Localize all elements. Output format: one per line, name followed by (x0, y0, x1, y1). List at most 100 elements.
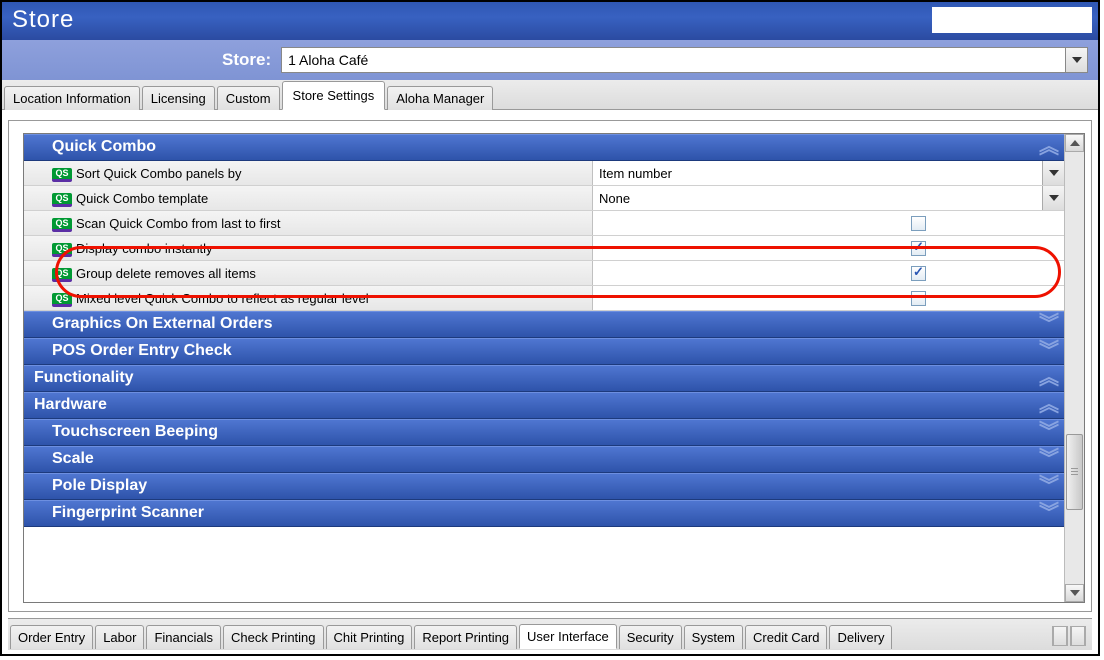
top-tab-location-information[interactable]: Location Information (4, 86, 140, 110)
expand-icon: ︾ (1039, 509, 1056, 517)
bottom-tab-system[interactable]: System (684, 625, 743, 649)
property-checkbox[interactable] (592, 261, 1064, 285)
section-title: Graphics On External Orders (52, 315, 273, 333)
dropdown-button[interactable] (1042, 186, 1064, 210)
store-dropdown[interactable]: 1 Aloha Café (281, 47, 1088, 73)
property-label: QS Sort Quick Combo panels by (52, 161, 592, 185)
collapse-icon: ︽ (1039, 401, 1056, 409)
property-label: QS Display combo instantly (52, 236, 592, 260)
expand-icon: ︾ (1039, 428, 1056, 436)
checkbox[interactable] (911, 216, 926, 231)
property-row: QS Sort Quick Combo panels by Item number (24, 161, 1064, 186)
property-row: QS Display combo instantly (24, 236, 1064, 261)
section-header-graphics-on-external-orders[interactable]: Graphics On External Orders ︾ (24, 311, 1064, 338)
window-title: Store (12, 6, 74, 34)
expand-icon: ︾ (1039, 455, 1056, 463)
collapse-icon: ︽ (1039, 143, 1056, 151)
top-tab-licensing[interactable]: Licensing (142, 86, 215, 110)
bottom-tab-order-entry[interactable]: Order Entry (10, 625, 93, 649)
section-title: Functionality (34, 369, 134, 387)
qs-icon: QS (52, 268, 72, 282)
section-header-fingerprint-scanner[interactable]: Fingerprint Scanner ︾ (24, 500, 1064, 527)
checkbox[interactable] (911, 291, 926, 306)
bottom-tab-financials[interactable]: Financials (146, 625, 221, 649)
property-checkbox[interactable] (592, 236, 1064, 260)
property-label: QS Quick Combo template (52, 186, 592, 210)
title-search-input[interactable] (932, 7, 1092, 33)
scroll-up-button[interactable] (1065, 134, 1084, 152)
bottom-tab-delivery[interactable]: Delivery (829, 625, 892, 649)
property-label: QSScan Quick Combo from last to first (52, 211, 592, 235)
settings-panel: Quick Combo ︽ QS Sort Quick Combo panels by… (8, 120, 1092, 612)
dropdown-value: None (599, 191, 630, 206)
property-dropdown[interactable]: Item number (592, 161, 1064, 185)
bottom-tab-labor[interactable]: Labor (95, 625, 144, 649)
top-tab-custom[interactable]: Custom (217, 86, 280, 110)
property-row: QS Mixed level Quick Combo to reflect as … (24, 286, 1064, 311)
property-label-text: Sort Quick Combo panels by (76, 166, 241, 181)
top-tab-aloha-manager[interactable]: Aloha Manager (387, 86, 493, 110)
store-dropdown-button[interactable] (1065, 48, 1087, 72)
vertical-scrollbar[interactable] (1064, 134, 1084, 602)
section-title: Scale (52, 450, 94, 468)
store-label: Store: (222, 50, 271, 70)
section-header-touchscreen-beeping[interactable]: Touchscreen Beeping︾ (24, 419, 1064, 446)
expand-icon: ︾ (1039, 320, 1056, 328)
property-checkbox[interactable] (592, 286, 1064, 310)
bottom-tab-report-printing[interactable]: Report Printing (414, 625, 517, 649)
section-header-pos-order-entry-check[interactable]: POS Order Entry Check ︾ (24, 338, 1064, 365)
section-title: POS Order Entry Check (52, 342, 232, 360)
section-title: Fingerprint Scanner (52, 504, 204, 522)
bottom-tab-chit-printing[interactable]: Chit Printing (326, 625, 413, 649)
property-label-text: Quick Combo template (76, 191, 208, 206)
bottom-tabs: Order EntryLaborFinancialsCheck Printing… (8, 618, 1092, 650)
property-label-text: Display combo instantly (76, 241, 213, 256)
section-header-hardware[interactable]: Hardware︽ (24, 392, 1064, 419)
bottom-tab-user-interface[interactable]: User Interface (519, 624, 617, 649)
titlebar: Store (2, 2, 1098, 40)
checkbox[interactable] (911, 241, 926, 256)
scroll-down-button[interactable] (1065, 584, 1084, 602)
expand-icon: ︾ (1039, 347, 1056, 355)
store-bar: Store: 1 Aloha Café (2, 40, 1098, 80)
top-tab-store-settings[interactable]: Store Settings (282, 81, 386, 110)
section-title: Quick Combo (52, 138, 156, 156)
properties-rows: Quick Combo ︽ QS Sort Quick Combo panels by… (24, 134, 1064, 602)
property-checkbox[interactable] (592, 211, 1064, 235)
store-value: 1 Aloha Café (288, 52, 368, 68)
chevron-up-icon (1070, 140, 1080, 146)
bottom-tab-credit-card[interactable]: Credit Card (745, 625, 827, 649)
property-label: QS Mixed level Quick Combo to reflect as … (52, 286, 592, 310)
chevron-down-icon (1072, 57, 1082, 63)
property-row: QSGroup delete removes all items (24, 261, 1064, 286)
collapse-icon: ︽ (1039, 374, 1056, 382)
property-dropdown[interactable]: None (592, 186, 1064, 210)
checkbox[interactable] (911, 266, 926, 281)
dropdown-button[interactable] (1042, 161, 1064, 185)
tab-scroll-left[interactable] (1052, 626, 1068, 646)
top-tabs: Location InformationLicensingCustomStore… (2, 80, 1098, 110)
scroll-thumb[interactable] (1066, 434, 1083, 510)
chevron-down-icon (1070, 590, 1080, 596)
expand-icon: ︾ (1039, 482, 1056, 490)
qs-icon: QS (52, 293, 72, 307)
property-row: QSScan Quick Combo from last to first (24, 211, 1064, 236)
section-title: Pole Display (52, 477, 147, 495)
section-header-pole-display[interactable]: Pole Display ︾ (24, 473, 1064, 500)
property-label: QSGroup delete removes all items (52, 261, 592, 285)
dropdown-value: Item number (599, 166, 672, 181)
qs-icon: QS (52, 168, 72, 182)
qs-icon: QS (52, 243, 72, 257)
qs-icon: QS (52, 193, 72, 207)
chevron-down-icon (1049, 195, 1059, 201)
section-header-functionality[interactable]: Functionality ︽ (24, 365, 1064, 392)
bottom-tab-security[interactable]: Security (619, 625, 682, 649)
tab-scroll-right[interactable] (1070, 626, 1086, 646)
bottom-tab-check-printing[interactable]: Check Printing (223, 625, 324, 649)
tab-nav-arrows (1052, 626, 1090, 646)
property-label-text: Mixed level Quick Combo to reflect as re… (76, 291, 369, 306)
chevron-right-icon (1071, 626, 1085, 646)
section-header-scale[interactable]: Scale ︾ (24, 446, 1064, 473)
section-header-quick-combo[interactable]: Quick Combo ︽ (24, 134, 1064, 161)
chevron-down-icon (1049, 170, 1059, 176)
